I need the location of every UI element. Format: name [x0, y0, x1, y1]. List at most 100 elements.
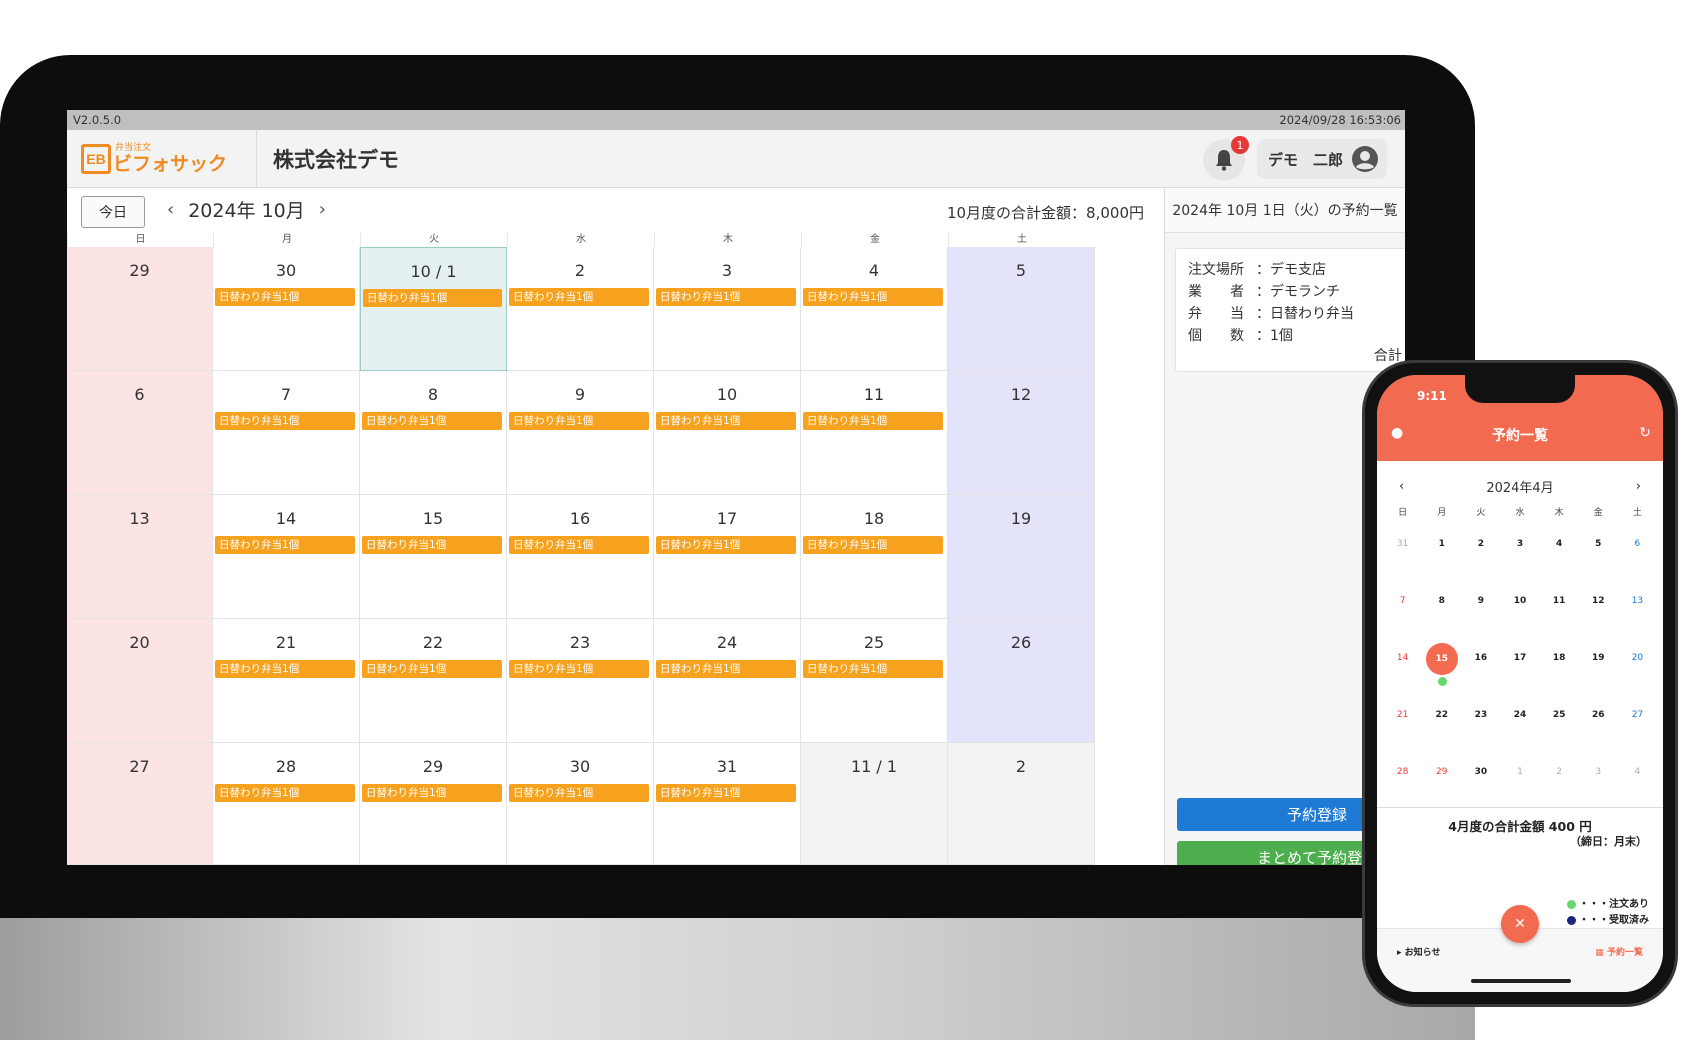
phone-day-cell[interactable]: 5	[1579, 525, 1618, 582]
phone-day-cell[interactable]: 3	[1579, 753, 1618, 810]
reservation-event[interactable]: 日替わり弁当1個	[362, 412, 502, 430]
reservation-event[interactable]: 日替わり弁当1個	[362, 784, 502, 802]
reservation-event[interactable]: 日替わり弁当1個	[656, 660, 796, 678]
calendar-day-cell[interactable]: 3 日替わり弁当1個	[654, 247, 801, 371]
calendar-day-cell[interactable]: 10 日替わり弁当1個	[654, 371, 801, 495]
reservation-card[interactable]: 注文場所：デモ支店業 者：デモランチ弁 当：日替わり弁当個 数：1個 合計 40…	[1175, 248, 1405, 372]
reservation-event[interactable]: 日替わり弁当1個	[362, 536, 502, 554]
reservation-event[interactable]: 日替わり弁当1個	[509, 288, 649, 306]
calendar-day-cell[interactable]: 7 日替わり弁当1個	[213, 371, 360, 495]
reservation-event[interactable]: 日替わり弁当1個	[656, 536, 796, 554]
phone-day-cell[interactable]: 23	[1461, 696, 1500, 753]
phone-day-cell[interactable]: 3	[1500, 525, 1539, 582]
calendar-day-cell[interactable]: 6	[67, 371, 213, 495]
calendar-day-cell[interactable]: 11 / 1	[801, 743, 948, 865]
phone-day-cell[interactable]: 31	[1383, 525, 1422, 582]
calendar-day-cell[interactable]: 22 日替わり弁当1個	[360, 619, 507, 743]
reservation-event[interactable]: 日替わり弁当1個	[803, 660, 943, 678]
calendar-day-cell[interactable]: 8 日替わり弁当1個	[360, 371, 507, 495]
calendar-day-cell[interactable]: 15 日替わり弁当1個	[360, 495, 507, 619]
calendar-day-cell[interactable]: 29	[67, 247, 213, 371]
phone-day-cell[interactable]: 27	[1618, 696, 1657, 753]
chevron-right-icon[interactable]: ›	[1636, 479, 1641, 494]
reservation-event[interactable]: 日替わり弁当1個	[215, 536, 355, 554]
phone-day-cell[interactable]: 21	[1383, 696, 1422, 753]
reservation-event[interactable]: 日替わり弁当1個	[509, 660, 649, 678]
calendar-day-cell[interactable]: 25 日替わり弁当1個	[801, 619, 948, 743]
reservation-event[interactable]: 日替わり弁当1個	[656, 784, 796, 802]
reservation-event[interactable]: 日替わり弁当1個	[509, 412, 649, 430]
reservation-event[interactable]: 日替わり弁当1個	[803, 288, 943, 306]
calendar-day-cell[interactable]: 19	[948, 495, 1095, 619]
calendar-day-cell[interactable]: 16 日替わり弁当1個	[507, 495, 654, 619]
phone-day-cell[interactable]: 19	[1579, 639, 1618, 696]
reservation-event[interactable]: 日替わり弁当1個	[215, 288, 355, 306]
calendar-day-cell[interactable]: 10 / 1 日替わり弁当1個	[360, 247, 507, 371]
phone-day-cell[interactable]: 11	[1540, 582, 1579, 639]
calendar-day-cell[interactable]: 17 日替わり弁当1個	[654, 495, 801, 619]
reservation-event[interactable]: 日替わり弁当1個	[362, 660, 502, 678]
phone-day-cell[interactable]: 10	[1500, 582, 1539, 639]
reservation-event[interactable]: 日替わり弁当1個	[803, 536, 943, 554]
calendar-day-cell[interactable]: 20	[67, 619, 213, 743]
phone-day-cell[interactable]: 25	[1540, 696, 1579, 753]
phone-day-cell[interactable]: 13	[1618, 582, 1657, 639]
chevron-left-icon[interactable]: ‹	[167, 199, 174, 220]
phone-day-cell[interactable]: 12	[1579, 582, 1618, 639]
reservation-event[interactable]: 日替わり弁当1個	[215, 784, 355, 802]
order-fab-button[interactable]: ✕	[1501, 905, 1539, 943]
phone-day-cell[interactable]: 17	[1500, 639, 1539, 696]
tab-reservations[interactable]: ▦ 予約一覧	[1595, 945, 1643, 958]
phone-day-cell[interactable]: 8	[1422, 582, 1461, 639]
calendar-day-cell[interactable]: 5	[948, 247, 1095, 371]
phone-day-cell[interactable]: 7	[1383, 582, 1422, 639]
refresh-icon[interactable]: ↻	[1639, 425, 1651, 441]
calendar-day-cell[interactable]: 27	[67, 743, 213, 865]
calendar-day-cell[interactable]: 24 日替わり弁当1個	[654, 619, 801, 743]
calendar-day-cell[interactable]: 9 日替わり弁当1個	[507, 371, 654, 495]
calendar-day-cell[interactable]: 12	[948, 371, 1095, 495]
calendar-day-cell[interactable]: 21 日替わり弁当1個	[213, 619, 360, 743]
phone-day-cell[interactable]: 2	[1461, 525, 1500, 582]
chevron-right-icon[interactable]: ›	[319, 199, 326, 220]
reservation-event[interactable]: 日替わり弁当1個	[803, 412, 943, 430]
reservation-event[interactable]: 日替わり弁当1個	[656, 412, 796, 430]
calendar-day-cell[interactable]: 28 日替わり弁当1個	[213, 743, 360, 865]
reservation-event[interactable]: 日替わり弁当1個	[509, 784, 649, 802]
phone-day-cell[interactable]: 20	[1618, 639, 1657, 696]
today-button[interactable]: 今日	[81, 196, 145, 228]
calendar-day-cell[interactable]: 29 日替わり弁当1個	[360, 743, 507, 865]
phone-day-cell[interactable]: 1	[1422, 525, 1461, 582]
phone-day-cell[interactable]: 2	[1540, 753, 1579, 810]
app-logo[interactable]: EB 弁当注文 ビフォサック	[67, 129, 257, 188]
phone-day-cell[interactable]: 14	[1383, 639, 1422, 696]
calendar-day-cell[interactable]: 31 日替わり弁当1個	[654, 743, 801, 865]
phone-day-cell[interactable]: 26	[1579, 696, 1618, 753]
phone-day-cell[interactable]: 16	[1461, 639, 1500, 696]
calendar-day-cell[interactable]: 30 日替わり弁当1個	[507, 743, 654, 865]
calendar-day-cell[interactable]: 14 日替わり弁当1個	[213, 495, 360, 619]
calendar-day-cell[interactable]: 11 日替わり弁当1個	[801, 371, 948, 495]
phone-day-cell[interactable]: 24	[1500, 696, 1539, 753]
calendar-day-cell[interactable]: 4 日替わり弁当1個	[801, 247, 948, 371]
user-menu[interactable]: デモ 二郎	[1257, 139, 1387, 179]
phone-day-cell[interactable]: 15	[1422, 639, 1461, 696]
reservation-event[interactable]: 日替わり弁当1個	[363, 289, 502, 307]
calendar-day-cell[interactable]: 23 日替わり弁当1個	[507, 619, 654, 743]
calendar-day-cell[interactable]: 2 日替わり弁当1個	[507, 247, 654, 371]
calendar-day-cell[interactable]: 18 日替わり弁当1個	[801, 495, 948, 619]
phone-day-cell[interactable]: 28	[1383, 753, 1422, 810]
calendar-day-cell[interactable]: 30 日替わり弁当1個	[213, 247, 360, 371]
phone-day-cell[interactable]: 22	[1422, 696, 1461, 753]
notification-button[interactable]: 1	[1203, 136, 1249, 181]
chevron-left-icon[interactable]: ‹	[1399, 479, 1404, 494]
phone-day-cell[interactable]: 18	[1540, 639, 1579, 696]
reservation-event[interactable]: 日替わり弁当1個	[509, 536, 649, 554]
tab-news[interactable]: ▸ お知らせ	[1397, 945, 1440, 958]
calendar-day-cell[interactable]: 2	[948, 743, 1095, 865]
phone-day-cell[interactable]: 9	[1461, 582, 1500, 639]
phone-day-cell[interactable]: 30	[1461, 753, 1500, 810]
reservation-event[interactable]: 日替わり弁当1個	[215, 412, 355, 430]
phone-day-cell[interactable]: 4	[1618, 753, 1657, 810]
phone-day-cell[interactable]: 29	[1422, 753, 1461, 810]
